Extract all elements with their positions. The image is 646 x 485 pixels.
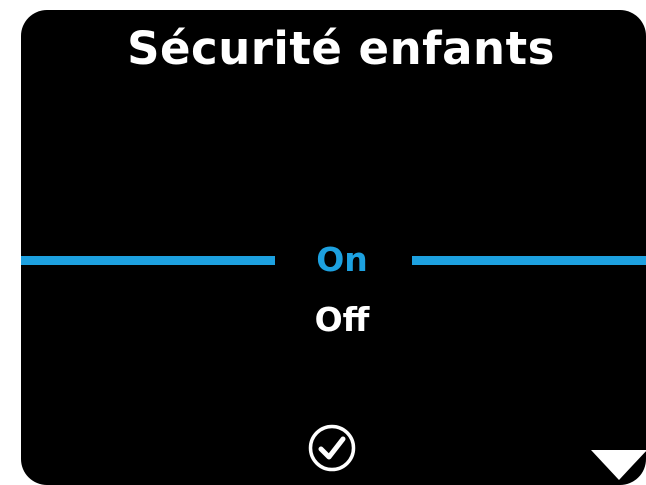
triangle-down-icon[interactable] — [591, 450, 646, 480]
check-circle-icon[interactable] — [308, 424, 356, 472]
selection-indicator-left — [21, 256, 275, 265]
option-off[interactable]: Off — [269, 300, 415, 339]
display-screen: Sécurité enfants On Off — [21, 10, 646, 485]
screen-title: Sécurité enfants — [127, 22, 555, 75]
option-on[interactable]: On — [269, 240, 415, 279]
selection-indicator-right — [412, 256, 646, 265]
